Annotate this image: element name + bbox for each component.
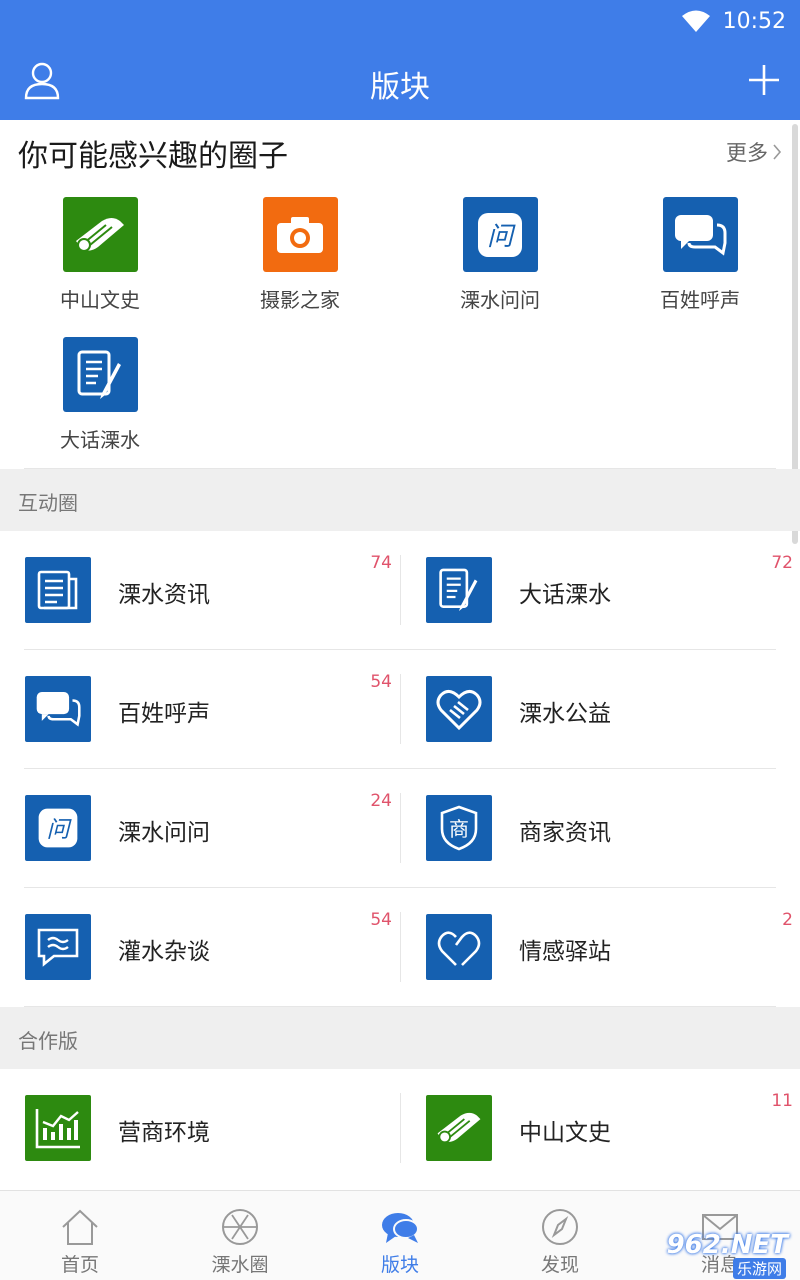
nav-lishui-circle[interactable]: 溧水圈 bbox=[160, 1191, 320, 1280]
rec-item-dahua[interactable]: 大话溧水 bbox=[20, 337, 180, 453]
nav-label: 版块 bbox=[380, 1254, 419, 1276]
post-count-badge: 72 bbox=[771, 553, 793, 573]
chat-bubbles-icon bbox=[25, 676, 91, 742]
board-item-emotion[interactable]: 情感驿站 2 bbox=[426, 888, 800, 1006]
nav-label: 溧水圈 bbox=[211, 1254, 269, 1276]
watermark-caption: 乐游网 bbox=[732, 1258, 786, 1279]
rec-item-label: 摄影之家 bbox=[260, 288, 340, 312]
board-item-zhongshan[interactable]: 中山文史 11 bbox=[426, 1069, 800, 1187]
section-header-partner: 合作版 bbox=[0, 1007, 800, 1069]
document-pen-icon bbox=[426, 557, 492, 623]
board-name: 溧水公益 bbox=[519, 701, 611, 727]
nav-label: 发现 bbox=[540, 1254, 579, 1276]
question-bubble-icon: 问 bbox=[462, 197, 538, 272]
board-item-charity[interactable]: 溧水公益 bbox=[426, 650, 800, 768]
board-name: 营商环境 bbox=[118, 1120, 210, 1146]
column-divider bbox=[400, 674, 401, 744]
rec-item-label: 大话溧水 bbox=[60, 428, 140, 452]
board-name: 大话溧水 bbox=[519, 582, 611, 608]
board-item-voice[interactable]: 百姓呼声 54 bbox=[25, 650, 400, 768]
question-bubble-icon: 问 bbox=[25, 795, 91, 861]
board-name: 情感驿站 bbox=[519, 939, 611, 965]
post-count-badge: 11 bbox=[771, 1091, 793, 1111]
post-count-badge: 24 bbox=[370, 791, 392, 811]
svg-text:问: 问 bbox=[47, 817, 73, 843]
post-count-badge: 54 bbox=[370, 910, 392, 930]
scroll-icon bbox=[62, 197, 138, 272]
board-item-business[interactable]: 营商环境 bbox=[25, 1069, 400, 1187]
section-title: 合作版 bbox=[18, 1029, 78, 1053]
wifi-icon bbox=[681, 10, 710, 32]
rec-item-label: 中山文史 bbox=[60, 288, 140, 312]
wave-bubble-icon bbox=[25, 914, 91, 980]
shop-shield-icon: 商 bbox=[426, 795, 492, 861]
status-time: 10:52 bbox=[722, 8, 786, 34]
board-name: 灌水杂谈 bbox=[118, 939, 210, 965]
heart-hands-icon bbox=[426, 676, 492, 742]
aperture-icon bbox=[222, 1209, 258, 1245]
column-divider bbox=[400, 1093, 401, 1163]
app-bar: 10:52 版块 bbox=[0, 0, 800, 120]
page-title: 版块 bbox=[370, 70, 430, 105]
newspaper-icon bbox=[25, 557, 91, 623]
svg-text:商: 商 bbox=[449, 817, 469, 841]
nav-label: 首页 bbox=[60, 1254, 99, 1276]
column-divider bbox=[400, 912, 401, 982]
section-header-interactive: 互动圈 bbox=[0, 469, 800, 531]
svg-text:问: 问 bbox=[487, 222, 516, 252]
board-item-merchant[interactable]: 商 商家资讯 bbox=[426, 769, 800, 887]
board-name: 溧水资讯 bbox=[118, 582, 210, 608]
rec-item-zhongshan[interactable]: 中山文史 bbox=[20, 197, 180, 313]
home-icon bbox=[62, 1209, 98, 1245]
nav-home[interactable]: 首页 bbox=[0, 1191, 160, 1280]
watermark-logo: 962.NET bbox=[666, 1230, 788, 1260]
scroll-icon bbox=[426, 1095, 492, 1161]
chevron-right-icon bbox=[773, 144, 782, 160]
post-count-badge: 2 bbox=[782, 910, 793, 930]
more-link[interactable]: 更多 bbox=[726, 137, 782, 167]
rec-item-voice[interactable]: 百姓呼声 bbox=[620, 197, 780, 313]
column-divider bbox=[400, 793, 401, 863]
camera-icon bbox=[262, 197, 338, 272]
rec-item-label: 溧水问问 bbox=[460, 288, 540, 312]
nav-discover[interactable]: 发现 bbox=[480, 1191, 640, 1280]
document-pen-icon bbox=[62, 337, 138, 412]
post-count-badge: 54 bbox=[370, 672, 392, 692]
more-label: 更多 bbox=[726, 141, 768, 165]
recommended-title: 你可能感兴趣的圈子 bbox=[18, 139, 288, 174]
rec-item-label: 百姓呼声 bbox=[660, 288, 740, 312]
board-item-wenwen[interactable]: 问 溧水问问 24 bbox=[25, 769, 400, 887]
rec-item-wenwen[interactable]: 问 溧水问问 bbox=[420, 197, 580, 313]
heart-icon bbox=[426, 914, 492, 980]
board-name: 溧水问问 bbox=[118, 820, 210, 846]
board-item-news[interactable]: 溧水资讯 74 bbox=[25, 531, 400, 649]
board-name: 百姓呼声 bbox=[118, 701, 210, 727]
section-title: 互动圈 bbox=[18, 491, 78, 515]
column-divider bbox=[400, 555, 401, 625]
board-name: 商家资讯 bbox=[519, 820, 611, 846]
rec-item-photo[interactable]: 摄影之家 bbox=[220, 197, 380, 313]
bar-chart-icon bbox=[25, 1095, 91, 1161]
board-name: 中山文史 bbox=[519, 1120, 611, 1146]
status-bar: 10:52 bbox=[681, 6, 786, 36]
board-item-chat[interactable]: 灌水杂谈 54 bbox=[25, 888, 400, 1006]
chat-icon bbox=[382, 1213, 419, 1243]
chat-bubbles-icon bbox=[662, 197, 738, 272]
post-count-badge: 74 bbox=[370, 553, 392, 573]
add-icon[interactable] bbox=[746, 62, 782, 98]
nav-boards[interactable]: 版块 bbox=[320, 1191, 480, 1280]
compass-icon bbox=[542, 1209, 578, 1245]
board-item-dahua[interactable]: 大话溧水 72 bbox=[426, 531, 800, 649]
watermark: 962.NET 乐游网 bbox=[664, 1230, 794, 1279]
